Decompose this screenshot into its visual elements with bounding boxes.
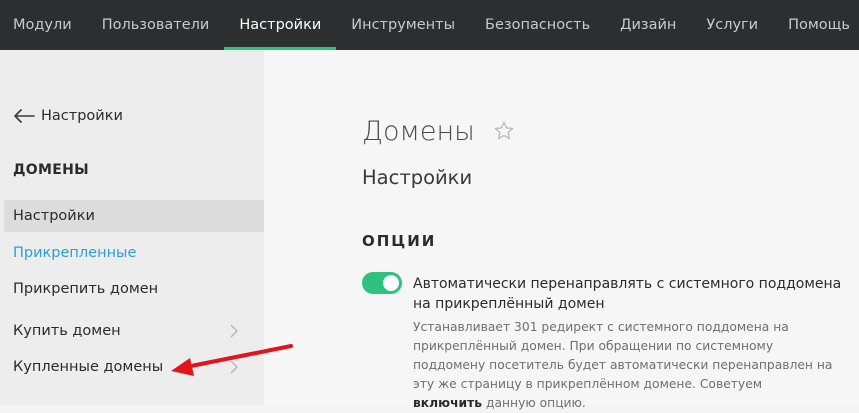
sidebar-item-attached[interactable]: Прикрепленные xyxy=(4,237,264,269)
back-link-label: Настройки xyxy=(41,108,123,124)
sidebar-section-title: ДОМЕНЫ xyxy=(13,162,89,178)
sidebar-item-purchased-domains[interactable]: Купленные домены xyxy=(4,351,264,383)
sidebar-item-attach-domain[interactable]: Прикрепить домен xyxy=(4,273,264,305)
sidebar-item-label: Прикрепить домен xyxy=(13,281,159,297)
chevron-right-icon xyxy=(230,360,238,374)
nav-item-users[interactable]: Пользователи xyxy=(87,0,225,50)
nav-item-design[interactable]: Дизайн xyxy=(605,0,691,50)
arrow-left-icon xyxy=(14,109,35,123)
nav-item-modules[interactable]: Модули xyxy=(0,0,87,50)
sidebar-item-label: Купить домен xyxy=(13,323,121,339)
options-heading: ОПЦИИ xyxy=(362,232,437,250)
page-subtitle: Настройки xyxy=(362,166,473,189)
sidebar-item-buy-domain[interactable]: Купить домен xyxy=(4,315,264,347)
nav-item-services[interactable]: Услуги xyxy=(691,0,773,50)
page-title: Домены xyxy=(362,116,475,147)
sidebar-item-label: Настройки xyxy=(13,208,95,224)
option-description-emphasis: включить xyxy=(413,396,483,410)
option-description-tail: данную опцию. xyxy=(482,396,586,410)
nav-item-settings[interactable]: Настройки xyxy=(224,0,337,50)
nav-item-help[interactable]: Помощь xyxy=(773,0,859,50)
sidebar-item-label: Купленные домены xyxy=(13,359,164,375)
option-description-text: Устанавливает 301 редирект с системного … xyxy=(413,320,833,391)
option-description: Устанавливает 301 редирект с системного … xyxy=(413,318,833,413)
redirect-toggle[interactable] xyxy=(362,272,402,294)
sidebar: Настройки ДОМЕНЫ Настройки Прикрепленные… xyxy=(0,50,264,405)
chevron-right-icon xyxy=(230,324,238,338)
star-icon[interactable] xyxy=(493,120,515,142)
top-navigation: Модули Пользователи Настройки Инструмент… xyxy=(0,0,859,50)
sidebar-item-label: Прикрепленные xyxy=(13,245,137,261)
sidebar-item-settings[interactable]: Настройки xyxy=(4,200,264,232)
back-link[interactable]: Настройки xyxy=(13,108,123,124)
main-content: Домены Настройки ОПЦИИ Автоматически пер… xyxy=(264,50,859,410)
option-label: Автоматически перенаправлять с системног… xyxy=(413,276,842,312)
nav-item-security[interactable]: Безопасность xyxy=(470,0,605,50)
nav-item-tools[interactable]: Инструменты xyxy=(336,0,470,50)
toggle-knob xyxy=(383,275,399,291)
